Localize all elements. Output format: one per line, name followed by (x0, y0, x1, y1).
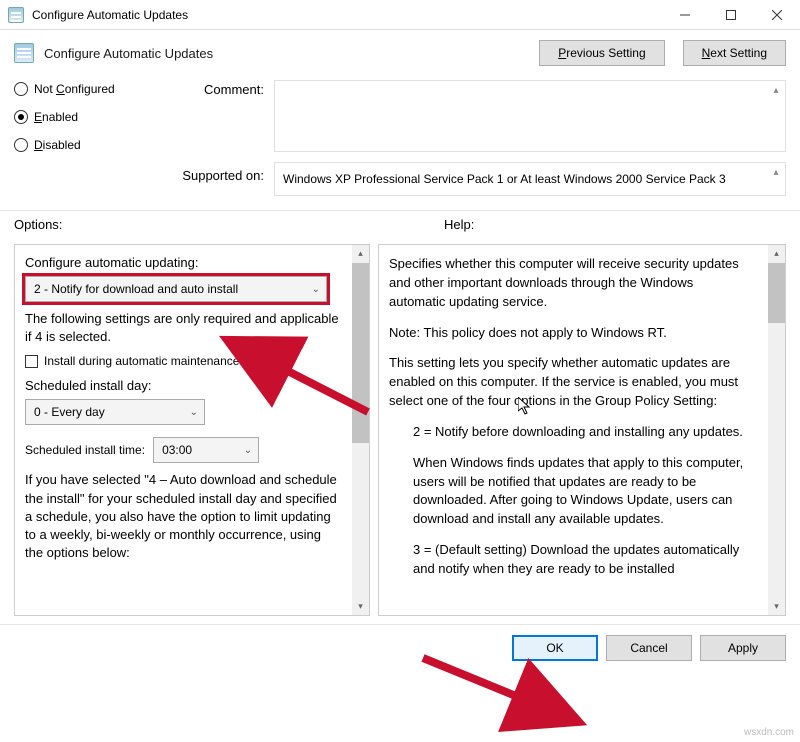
options-label: Options: (14, 217, 384, 232)
minimize-button[interactable] (662, 0, 708, 30)
help-text: This setting lets you specify whether au… (389, 354, 771, 411)
dropdown-value: 0 - Every day (34, 405, 105, 419)
help-text: Note: This policy does not apply to Wind… (389, 324, 771, 343)
cursor-icon (518, 397, 534, 422)
state-radios: Not Configured Enabled Disabled (14, 80, 164, 152)
options-scrollbar[interactable]: ▴ ▾ (352, 245, 369, 615)
policy-icon (14, 43, 34, 63)
scroll-up-icon[interactable]: ▴ (769, 83, 783, 97)
scheduled-day-dropdown[interactable]: 0 - Every day ⌄ (25, 399, 205, 425)
panes: Configure automatic updating: 2 - Notify… (0, 238, 800, 616)
scrollbar-thumb[interactable] (352, 263, 369, 443)
options-pane: Configure automatic updating: 2 - Notify… (14, 244, 370, 616)
radio-icon (14, 138, 28, 152)
supported-on-box: Windows XP Professional Service Pack 1 o… (274, 162, 786, 196)
maximize-icon (726, 10, 736, 20)
help-text: 2 = Notify before downloading and instal… (389, 423, 771, 442)
policy-title: Configure Automatic Updates (44, 46, 521, 61)
options-heading: Configure automatic updating: (25, 255, 359, 270)
ok-button[interactable]: OK (512, 635, 598, 661)
chevron-down-icon: ⌄ (312, 284, 320, 295)
cancel-button[interactable]: Cancel (606, 635, 692, 661)
supported-on-label: Supported on: (164, 168, 274, 196)
minimize-icon (680, 10, 690, 20)
help-text: When Windows finds updates that apply to… (389, 454, 771, 529)
chevron-down-icon: ⌄ (244, 445, 252, 456)
next-setting-button[interactable]: Next Setting (683, 40, 786, 66)
scrollbar-thumb[interactable] (768, 263, 785, 323)
help-text: 3 = (Default setting) Download the updat… (389, 541, 771, 579)
header: Configure Automatic Updates Previous Set… (0, 30, 800, 76)
help-scrollbar[interactable]: ▴ ▾ (768, 245, 785, 615)
policy-state-area: Not Configured Enabled Disabled Comment:… (0, 76, 800, 196)
help-pane: Specifies whether this computer will rec… (378, 244, 786, 616)
scroll-up-icon[interactable]: ▴ (768, 245, 785, 262)
checkbox-label: Install during automatic maintenance (44, 354, 239, 368)
titlebar: Configure Automatic Updates (0, 0, 800, 30)
scheduled-time-label: Scheduled install time: (25, 443, 145, 457)
radio-not-configured[interactable]: Not Configured (14, 82, 164, 96)
close-button[interactable] (754, 0, 800, 30)
scheduled-time-dropdown[interactable]: 03:00 ⌄ (153, 437, 259, 463)
scroll-up-icon[interactable]: ▴ (769, 165, 783, 179)
supported-on-value: Windows XP Professional Service Pack 1 o… (283, 172, 726, 186)
checkbox-icon (25, 355, 38, 368)
watermark: wsxdn.com (744, 727, 794, 738)
pane-labels: Options: Help: (0, 211, 800, 238)
radio-icon (14, 82, 28, 96)
chevron-down-icon: ⌄ (190, 407, 198, 418)
scroll-down-icon[interactable]: ▾ (352, 598, 369, 615)
previous-setting-button[interactable]: Previous Setting (539, 40, 664, 66)
options-tail-text: If you have selected "4 – Auto download … (25, 471, 359, 562)
dropdown-value: 03:00 (162, 443, 192, 457)
window-controls (662, 0, 800, 30)
close-icon (772, 10, 782, 20)
options-note: The following settings are only required… (25, 310, 359, 346)
radio-label: Enabled (34, 110, 78, 124)
apply-button[interactable]: Apply (700, 635, 786, 661)
radio-icon-selected (14, 110, 28, 124)
comment-label: Comment: (164, 80, 274, 152)
comment-input[interactable]: ▴ (274, 80, 786, 152)
maximize-button[interactable] (708, 0, 754, 30)
scroll-up-icon[interactable]: ▴ (352, 245, 369, 262)
help-text: Specifies whether this computer will rec… (389, 255, 771, 312)
scheduled-day-label: Scheduled install day: (25, 378, 359, 393)
install-during-maintenance-checkbox[interactable]: Install during automatic maintenance (25, 354, 359, 368)
radio-label: Not Configured (34, 82, 115, 96)
scheduled-time-row: Scheduled install time: 03:00 ⌄ (25, 437, 359, 463)
update-mode-dropdown[interactable]: 2 - Notify for download and auto install… (25, 276, 327, 302)
dropdown-value: 2 - Notify for download and auto install (34, 282, 238, 296)
dialog-buttons: OK Cancel Apply (0, 624, 800, 671)
radio-label: Disabled (34, 138, 81, 152)
scroll-down-icon[interactable]: ▾ (768, 598, 785, 615)
help-label: Help: (384, 217, 786, 232)
radio-enabled[interactable]: Enabled (14, 110, 164, 124)
policy-icon (8, 7, 24, 23)
window-title: Configure Automatic Updates (32, 8, 662, 22)
radio-disabled[interactable]: Disabled (14, 138, 164, 152)
